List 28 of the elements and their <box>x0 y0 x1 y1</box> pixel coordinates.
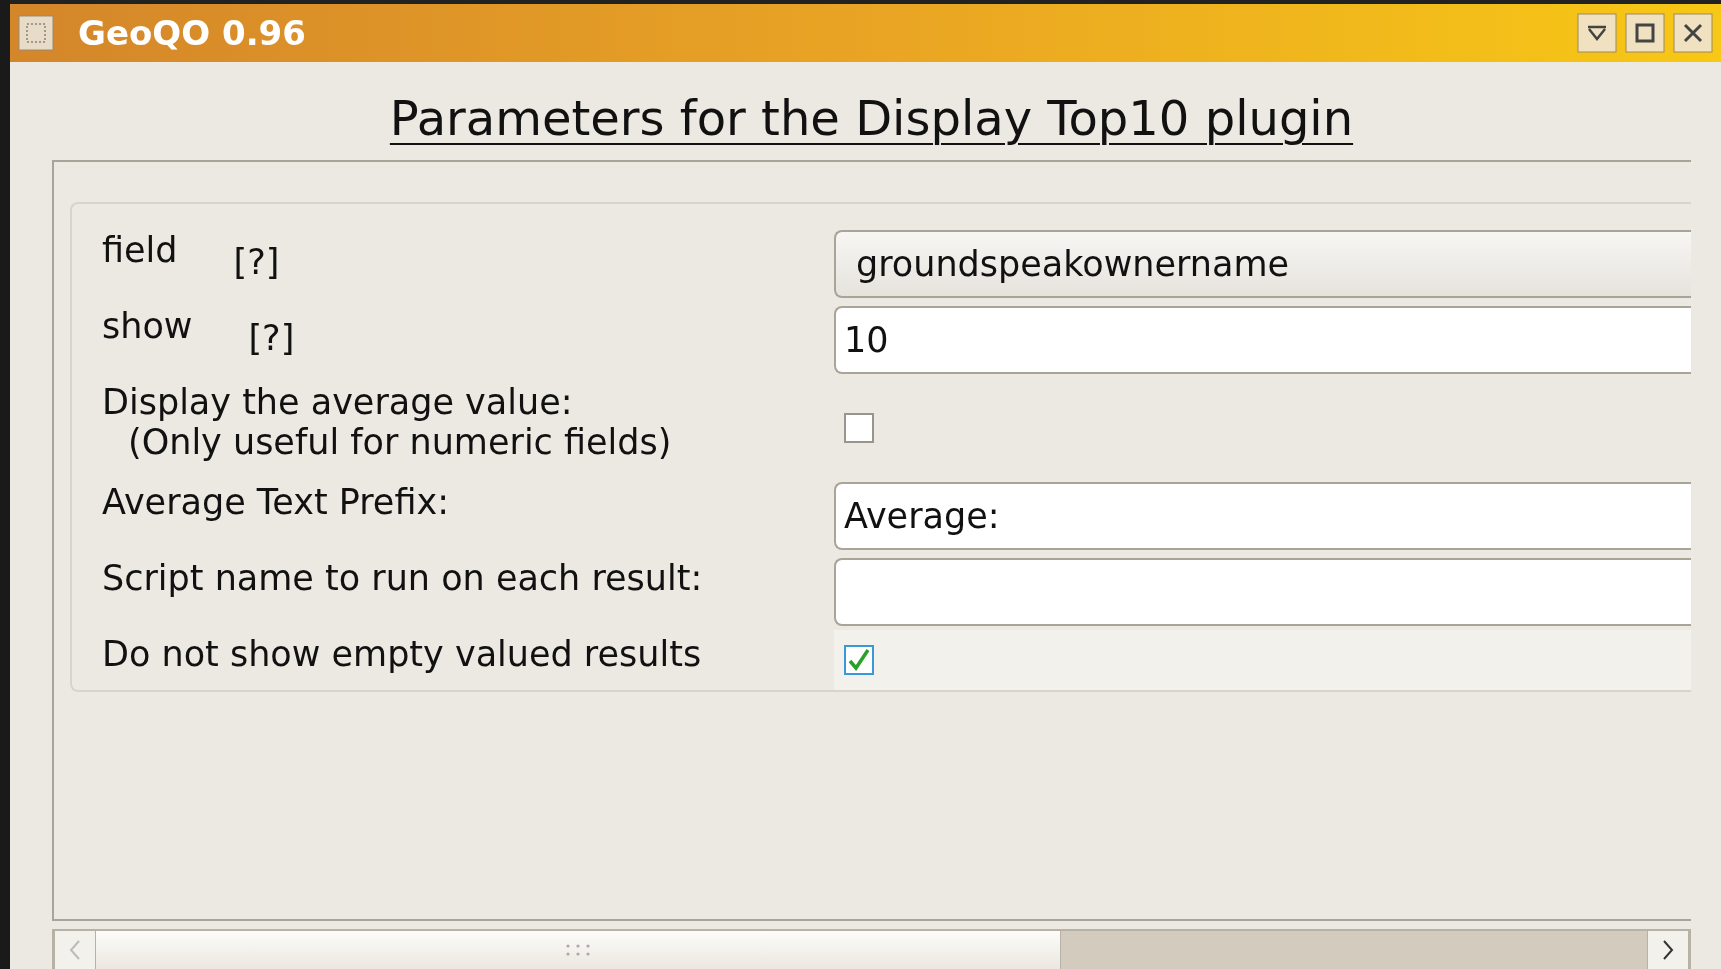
help-link[interactable]: [?] <box>233 242 280 282</box>
field-label: Display the average value: <box>102 382 573 422</box>
field-label: show <box>102 306 193 346</box>
checkbox[interactable] <box>844 645 874 675</box>
field-label: field <box>102 230 178 270</box>
chevron-left-icon <box>68 939 82 961</box>
dialog-heading: Parameters for the Display Top10 plugin <box>388 90 1355 146</box>
input-field[interactable]: 10 <box>834 306 1691 374</box>
horizontal-scrollbar[interactable] <box>52 929 1691 969</box>
window-title: GeoQO 0.96 <box>78 13 307 53</box>
field-label: Script name to run on each result: <box>102 558 703 598</box>
input-field[interactable] <box>834 558 1691 626</box>
scroll-left-button[interactable] <box>54 931 96 969</box>
dropdown[interactable]: groundspeakownername <box>834 230 1691 298</box>
checkmark-icon <box>847 648 871 672</box>
help-link[interactable]: [?] <box>248 318 295 358</box>
app-icon[interactable] <box>18 15 54 51</box>
chevron-right-icon <box>1661 939 1675 961</box>
scroll-right-button[interactable] <box>1647 931 1689 969</box>
field-label: Average Text Prefix: <box>102 482 449 522</box>
field-note: (Only useful for numeric fields) <box>127 422 673 462</box>
close-icon[interactable] <box>1673 13 1713 53</box>
checkbox[interactable] <box>844 413 874 443</box>
field-label: Do not show empty valued results <box>102 634 702 674</box>
scroll-thumb[interactable] <box>96 931 1061 969</box>
input-field[interactable]: Average: <box>834 482 1691 550</box>
maximize-icon[interactable] <box>1625 13 1665 53</box>
minimize-icon[interactable] <box>1577 13 1617 53</box>
